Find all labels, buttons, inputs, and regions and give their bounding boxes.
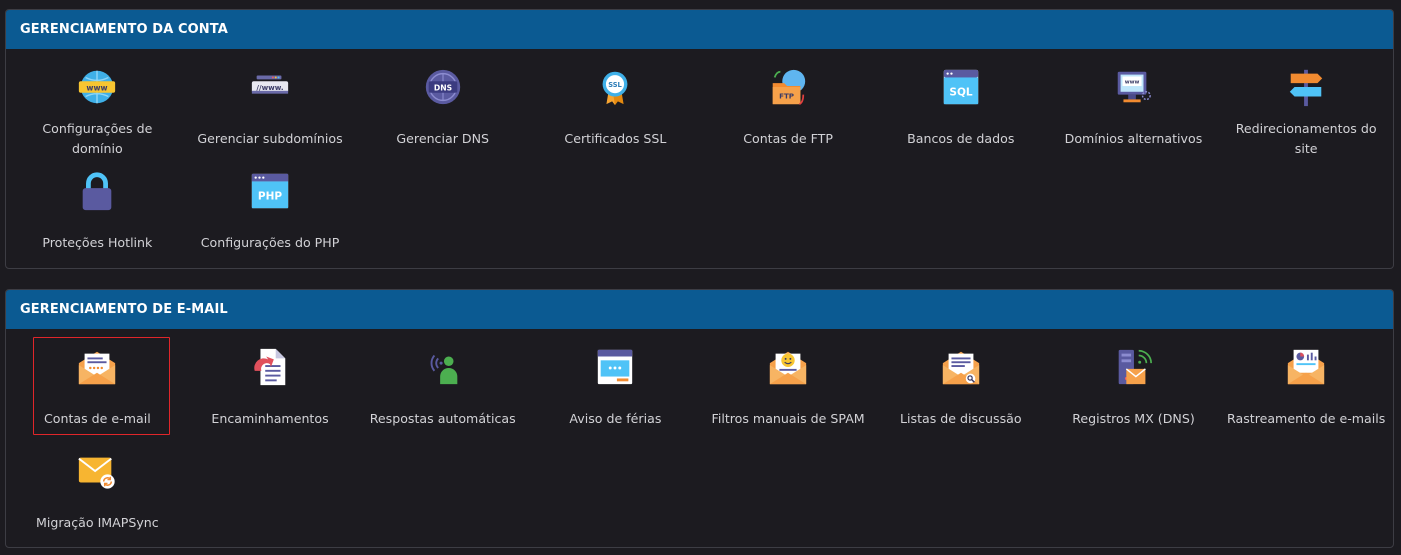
signpost-icon bbox=[1284, 65, 1328, 109]
svg-text:SSL: SSL bbox=[609, 81, 623, 89]
tool-label: Bancos de dados bbox=[907, 131, 1015, 146]
tool-label: Certificados SSL bbox=[564, 131, 667, 146]
email-tools-grid: Contas de e-mail Encaminhamentos Respostas… bbox=[6, 329, 1393, 548]
email-management-panel: GERENCIAMENTO DE E-MAIL Contas de e-mail… bbox=[5, 289, 1394, 548]
php-window-icon: PHP bbox=[248, 169, 292, 213]
tool-label: Migração IMAPSync bbox=[35, 515, 159, 530]
mx-server-icon bbox=[1111, 345, 1155, 389]
forward-document-icon bbox=[248, 345, 292, 389]
tool-configuracoes-do-php[interactable]: PHP Configurações do PHP bbox=[184, 164, 357, 268]
tool-bancos-de-dados[interactable]: SQL Bancos de dados bbox=[874, 60, 1047, 164]
tool-gerenciar-subdominios[interactable]: //www. Gerenciar subdomínios bbox=[184, 60, 357, 164]
tool-label: Registros MX (DNS) bbox=[1072, 411, 1195, 426]
tool-label: Redirecionamentos do site bbox=[1235, 121, 1377, 156]
tool-label: Listas de discussão bbox=[900, 411, 1022, 426]
tool-label: Encaminhamentos bbox=[211, 411, 329, 426]
svg-text:FTP: FTP bbox=[779, 91, 794, 100]
svg-text:DNS: DNS bbox=[434, 83, 452, 92]
svg-text://www.: //www. bbox=[256, 83, 283, 92]
tool-label: Contas de FTP bbox=[743, 131, 833, 146]
svg-text:PHP: PHP bbox=[258, 191, 282, 203]
imap-sync-envelope-icon bbox=[75, 449, 119, 493]
tool-migracao-imapsync[interactable]: Migração IMAPSync bbox=[11, 444, 184, 548]
tool-dominios-alternativos[interactable]: www Domínios alternativos bbox=[1047, 60, 1220, 164]
tool-label: Domínios alternativos bbox=[1064, 131, 1203, 146]
svg-text:www: www bbox=[87, 83, 108, 92]
mailing-list-envelope-icon bbox=[939, 345, 983, 389]
dns-globe-icon: DNS bbox=[421, 65, 465, 109]
subdomain-browser-icon: //www. bbox=[248, 65, 292, 109]
tool-aviso-de-ferias[interactable]: Aviso de férias bbox=[529, 340, 702, 444]
tool-configuracoes-de-dominio[interactable]: www Configurações de domínio bbox=[11, 60, 184, 164]
tool-label: Gerenciar subdomínios bbox=[197, 131, 343, 146]
tool-label: Configurações de domínio bbox=[42, 121, 153, 156]
tool-gerenciar-dns[interactable]: DNS Gerenciar DNS bbox=[356, 60, 529, 164]
svg-text:SQL: SQL bbox=[949, 87, 972, 99]
autoresponder-person-icon bbox=[421, 345, 465, 389]
tool-encaminhamentos[interactable]: Encaminhamentos bbox=[184, 340, 357, 444]
tool-label: Aviso de férias bbox=[569, 411, 662, 426]
tool-label: Contas de e-mail bbox=[43, 411, 151, 426]
tool-contas-de-e-mail[interactable]: Contas de e-mail bbox=[11, 337, 184, 444]
tool-label: Rastreamento de e-mails bbox=[1227, 411, 1386, 426]
tool-registros-mx-dns[interactable]: Registros MX (DNS) bbox=[1047, 340, 1220, 444]
tool-label: Respostas automáticas bbox=[369, 411, 516, 426]
tool-respostas-automaticas[interactable]: Respostas automáticas bbox=[356, 340, 529, 444]
account-tools-grid: www Configurações de domínio //www. Gerenci… bbox=[6, 49, 1393, 268]
www-globe-icon: www bbox=[75, 65, 119, 109]
email-tracking-icon bbox=[1284, 345, 1328, 389]
tool-listas-de-discussao[interactable]: Listas de discussão bbox=[874, 340, 1047, 444]
account-management-panel: GERENCIAMENTO DA CONTA www Configurações … bbox=[5, 9, 1394, 269]
tool-protecoes-hotlink[interactable]: Proteções Hotlink bbox=[11, 164, 184, 268]
tool-certificados-ssl[interactable]: SSL Certificados SSL bbox=[529, 60, 702, 164]
tool-filtros-manuais-de-spam[interactable]: Filtros manuais de SPAM bbox=[702, 340, 875, 444]
tool-contas-de-ftp[interactable]: FTP Contas de FTP bbox=[702, 60, 875, 164]
email-panel-title: GERENCIAMENTO DE E-MAIL bbox=[6, 290, 1393, 329]
spam-filter-envelope-icon bbox=[766, 345, 810, 389]
email-account-icon bbox=[75, 345, 119, 389]
tool-rastreamento-de-e-mails[interactable]: Rastreamento de e-mails bbox=[1220, 340, 1393, 444]
tool-label: Proteções Hotlink bbox=[42, 235, 153, 250]
tool-label: Configurações do PHP bbox=[200, 235, 340, 250]
tool-label: Gerenciar DNS bbox=[396, 131, 489, 146]
tool-redirecionamentos-do-site[interactable]: Redirecionamentos do site bbox=[1220, 60, 1393, 164]
ssl-badge-icon: SSL bbox=[593, 65, 637, 109]
sql-database-icon: SQL bbox=[939, 65, 983, 109]
padlock-icon bbox=[75, 169, 119, 213]
account-panel-title: GERENCIAMENTO DA CONTA bbox=[6, 10, 1393, 49]
domain-monitor-icon: www bbox=[1111, 65, 1155, 109]
vacation-message-icon bbox=[593, 345, 637, 389]
ftp-folder-icon: FTP bbox=[766, 65, 810, 109]
tool-label: Filtros manuais de SPAM bbox=[711, 411, 865, 426]
svg-text:www: www bbox=[1125, 80, 1140, 86]
